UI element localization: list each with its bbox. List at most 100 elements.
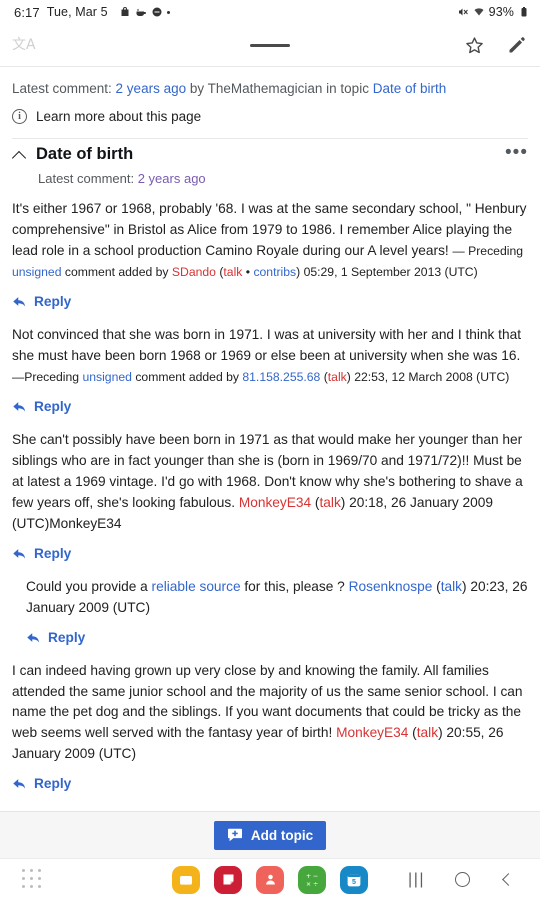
talk-link[interactable]: talk: [223, 265, 242, 279]
comment-body: I can indeed having grown up very close …: [12, 661, 528, 768]
translate-icon[interactable]: 文A: [12, 38, 36, 52]
user-link[interactable]: MonkeyE34: [336, 725, 408, 740]
topic-overflow-menu-icon[interactable]: •••: [505, 143, 528, 162]
topic-sub-prefix: Latest comment:: [38, 171, 138, 187]
status-notification-icons: [119, 6, 170, 18]
reply-button[interactable]: Reply: [12, 390, 528, 430]
note-glyph: [223, 874, 233, 885]
latest-middle: by TheMathemagician in topic: [186, 81, 373, 96]
status-bar: 6:17 Tue, Mar 5 93%: [0, 0, 540, 24]
comment-body: It's either 1967 or 1968, probably '68. …: [12, 199, 528, 285]
comment-text: Not convinced that she was born in 1971.…: [12, 327, 521, 363]
comment-body: She can't possibly have been born in 197…: [12, 430, 528, 537]
apps-grid-icon[interactable]: [22, 868, 44, 891]
meta-timestamp: ) 05:29, 1 September 2013 (UTC): [296, 265, 478, 280]
comment-text: It's either 1967 or 1968, probably '68. …: [12, 201, 527, 259]
meta-preceding: — Preceding: [452, 244, 523, 259]
back-icon[interactable]: [500, 873, 514, 887]
reply-arrow-icon: [13, 548, 26, 559]
person-glyph: [265, 874, 275, 885]
meta-paren-open: (: [320, 369, 328, 384]
topic-latest-comment: Latest comment: 2 years ago: [12, 166, 528, 199]
grid-dot: [30, 884, 34, 888]
svg-text:×: ×: [305, 880, 310, 888]
pencil-glyph: [509, 36, 525, 52]
add-topic-label: Add topic: [250, 827, 314, 843]
user-link[interactable]: 81.158.255.68: [242, 370, 320, 384]
meta-preceding: —Preceding: [12, 369, 83, 384]
home-icon[interactable]: [455, 872, 470, 887]
mute-icon: [458, 8, 468, 16]
topic-title: Date of birth: [36, 145, 134, 164]
status-time: 6:17: [14, 4, 40, 20]
grid-dot: [22, 884, 25, 888]
bag-icon: [121, 7, 129, 16]
reply-button[interactable]: Reply: [12, 537, 528, 577]
calendar-icon[interactable]: 5: [340, 865, 368, 894]
notes-icon[interactable]: [214, 865, 242, 894]
comment-text: Could you provide a: [26, 578, 152, 594]
latest-time-link[interactable]: 2 years ago: [116, 81, 187, 96]
status-bar-right: 93%: [457, 5, 530, 19]
nav-buttons: |||: [408, 871, 540, 889]
meta-added-by: comment added by: [131, 369, 243, 384]
grid-dot: [38, 868, 42, 872]
meta-timestamp: ) 22:53, 12 March 2008 (UTC): [346, 369, 510, 384]
meta-paren-open: (: [408, 725, 417, 741]
reliable-source-link[interactable]: reliable source: [152, 579, 241, 594]
battery-icon: [521, 7, 527, 17]
calendar-day-badge: 5: [352, 878, 356, 886]
grid-dot: [38, 876, 42, 880]
reply-arrow-icon: [13, 402, 26, 412]
user-link[interactable]: MonkeyE34: [239, 495, 311, 510]
drag-handle[interactable]: [250, 43, 290, 47]
status-date: Tue, Mar 5: [46, 5, 108, 19]
add-topic-icon: [227, 828, 242, 842]
unsigned-link[interactable]: unsigned: [12, 265, 61, 279]
topic-sub-time-link[interactable]: 2 years ago: [138, 171, 206, 186]
grid-dot: [38, 884, 42, 888]
svg-text:÷: ÷: [313, 880, 318, 888]
reply-label: Reply: [34, 294, 72, 310]
status-bar-left: 6:17 Tue, Mar 5: [14, 5, 170, 20]
comment-meta: —Preceding unsigned comment added by 81.…: [12, 370, 509, 384]
latest-prefix: Latest comment:: [12, 81, 116, 96]
chevron-up-icon[interactable]: [12, 147, 28, 163]
contribs-link[interactable]: contribs: [253, 265, 296, 279]
talk-link[interactable]: talk: [441, 579, 462, 594]
battery-percent: 93%: [488, 5, 514, 19]
my-files-icon[interactable]: [172, 865, 200, 894]
unsigned-link[interactable]: unsigned: [82, 370, 131, 384]
contacts-icon[interactable]: [256, 865, 284, 894]
comment-text-2: for this, please ?: [240, 578, 349, 594]
talk-link[interactable]: talk: [319, 495, 340, 510]
grid-dot: [22, 876, 25, 880]
reply-button[interactable]: Reply: [12, 621, 528, 661]
edit-icon[interactable]: [504, 33, 528, 57]
add-topic-button[interactable]: Add topic: [213, 820, 327, 850]
coffee-icon: [136, 8, 146, 16]
comment-body: Could you provide a reliable source for …: [12, 577, 528, 621]
talk-link[interactable]: talk: [417, 725, 438, 740]
latest-topic-link[interactable]: Date of birth: [373, 81, 447, 96]
user-link[interactable]: Rosenknospe: [349, 579, 433, 594]
user-link[interactable]: SDando: [172, 265, 216, 279]
comment-body: Not convinced that she was born in 1971.…: [12, 325, 528, 390]
reply-button[interactable]: Reply: [12, 285, 528, 325]
calculator-icon[interactable]: + − × ÷: [298, 865, 326, 894]
reply-label: Reply: [34, 545, 72, 561]
meta-paren-open: (: [432, 578, 441, 594]
calendar-glyph: 5: [347, 873, 361, 886]
reply-arrow-icon: [13, 779, 26, 789]
app-toolbar: 文A: [0, 24, 540, 66]
star-icon[interactable]: [462, 33, 486, 57]
talk-link[interactable]: talk: [328, 370, 347, 384]
learn-more-row[interactable]: i Learn more about this page: [12, 109, 528, 138]
learn-more-label: Learn more about this page: [36, 109, 202, 125]
reply-button[interactable]: Reply: [12, 767, 528, 807]
reply-arrow-icon: [27, 632, 40, 643]
calc-glyph: + − × ÷: [305, 872, 318, 888]
recents-icon[interactable]: |||: [408, 871, 425, 889]
topic-header[interactable]: Date of birth •••: [12, 139, 528, 166]
page-content: Latest comment: 2 years ago by TheMathem…: [0, 67, 540, 900]
